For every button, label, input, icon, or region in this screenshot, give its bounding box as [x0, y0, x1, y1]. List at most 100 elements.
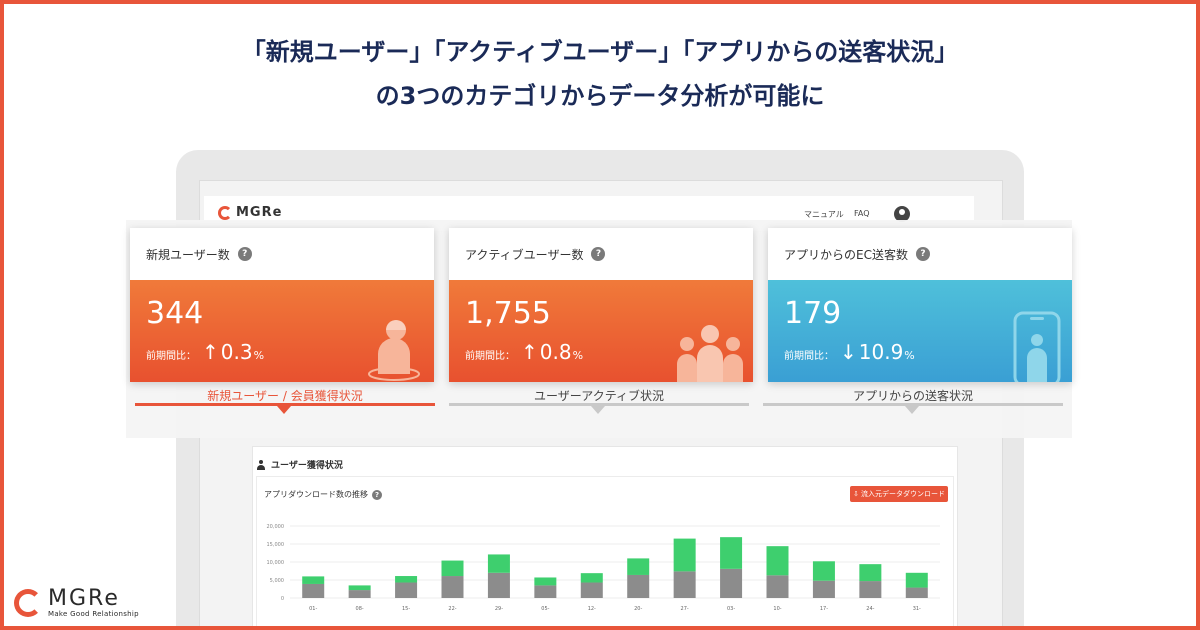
x-tick-label: 17-: [820, 606, 828, 612]
person-icon: [368, 320, 420, 381]
bar-segment: [534, 577, 557, 586]
bar-segment: [487, 572, 510, 598]
smartphone-icon: [1013, 311, 1061, 382]
kpi-card-header: アプリからのEC送客数 ?: [768, 228, 1072, 280]
compare-label: 前期間比：: [784, 351, 834, 362]
kpi-value: 344: [146, 296, 204, 331]
kpi-card-title: 新規ユーザー数: [146, 247, 230, 262]
bar-segment: [673, 538, 696, 572]
brand-logo: MGRe Make Good Relationship: [14, 588, 139, 618]
bar-segment: [302, 583, 325, 598]
download-icon: ⇩: [852, 490, 859, 498]
tab-user-activity[interactable]: ユーザーアクティブ状況: [449, 384, 749, 420]
tab-app-referrals[interactable]: アプリからの送客状況: [763, 384, 1063, 420]
compare-percent: 0.3: [220, 340, 253, 364]
percent-unit: %: [904, 349, 915, 362]
headline-line1: 「新規ユーザー」「アクティブユーザー」「アプリからの送客状況」: [241, 38, 959, 66]
kpi-card-body: 179 前期間比： ↓ 10.9 %: [768, 280, 1072, 382]
bar-segment: [580, 582, 603, 598]
help-icon[interactable]: ?: [237, 247, 252, 261]
arrow-up-icon: ↑: [202, 340, 219, 364]
x-tick-label: 20-: [634, 606, 642, 612]
bar-segment: [627, 574, 650, 598]
percent-unit: %: [572, 349, 584, 362]
brand-name: MGRe: [48, 586, 120, 611]
percent-unit: %: [253, 349, 265, 362]
manual-link[interactable]: マニュアル: [804, 209, 844, 220]
section-title-text: ユーザー獲得状況: [271, 461, 343, 471]
bar-segment: [580, 573, 603, 583]
tab-new-users[interactable]: 新規ユーザー / 会員獲得状況: [135, 384, 435, 420]
compare-percent: 0.8: [539, 340, 572, 364]
kpi-comparison: 前期間比： ↑ 0.8 %: [465, 340, 583, 364]
kpi-card-body: 1,755 前期間比： ↑ 0.8 %: [449, 280, 753, 382]
download-button-label: 流入元データダウンロード: [861, 490, 946, 498]
bar-segment: [348, 585, 371, 591]
y-tick-label: 10,000: [267, 560, 285, 566]
bar-segment: [487, 554, 510, 573]
x-tick-label: 29-: [495, 606, 503, 612]
bar-segment: [720, 568, 743, 598]
kpi-comparison: 前期間比： ↓ 10.9 %: [784, 340, 915, 364]
bar-segment: [441, 576, 464, 598]
bar-segment: [859, 581, 882, 598]
user-icon: [256, 459, 266, 470]
headline-line2: の3つのカテゴリからデータ分析が可能に: [375, 82, 825, 110]
help-icon[interactable]: ?: [591, 247, 606, 261]
x-tick-label: 08-: [356, 606, 364, 612]
app-logo[interactable]: MGRe: [218, 205, 282, 220]
kpi-value: 179: [784, 296, 842, 331]
y-tick-label: 15,000: [267, 542, 285, 548]
kpi-value: 1,755: [465, 296, 551, 331]
y-tick-label: 20,000: [267, 524, 285, 530]
bar-segment: [812, 561, 835, 581]
compare-percent: 10.9: [858, 340, 904, 364]
arrow-down-icon: ↓: [840, 340, 857, 364]
x-tick-label: 01-: [309, 606, 317, 612]
x-tick-label: 24-: [866, 606, 874, 612]
x-tick-label: 10-: [773, 606, 781, 612]
y-tick-label: 0: [281, 596, 284, 602]
logo-mark-icon: [218, 205, 232, 220]
bar-segment: [720, 537, 743, 569]
x-tick-label: 31-: [913, 606, 921, 612]
faq-link[interactable]: FAQ: [854, 209, 870, 218]
kpi-card-body: 344 前期間比： ↑ 0.3 %: [130, 280, 434, 382]
bar-segment: [859, 564, 882, 582]
downloads-bar-chart: 20,000 15,000 10,000 5,000 0 01- 08- 15- 22- 29- 0…: [267, 524, 940, 612]
kpi-card-title: アプリからのEC送客数: [784, 247, 908, 262]
x-tick-label: 27-: [681, 606, 689, 612]
bar-segment: [395, 576, 418, 583]
kpi-card-header: 新規ユーザー数 ?: [130, 228, 434, 280]
group-icon: [677, 325, 743, 382]
tab-pointer-icon: [905, 406, 919, 414]
bar-segment: [395, 582, 418, 598]
bar-segment: [905, 572, 928, 588]
bar-segment: [812, 580, 835, 598]
x-tick-label: 15-: [402, 606, 410, 612]
bar-segment: [534, 585, 557, 598]
section-title: ユーザー獲得状況: [256, 458, 343, 471]
kpi-card-ec-referrals[interactable]: アプリからのEC送客数 ? 179 前期間比： ↓ 10.9 %: [768, 228, 1072, 382]
x-tick-label: 03-: [727, 606, 735, 612]
bar-segment: [441, 560, 464, 577]
help-icon[interactable]: ?: [915, 247, 930, 261]
kpi-card-new-users[interactable]: 新規ユーザー数 ? 344 前期間比： ↑ 0.3 %: [130, 228, 434, 382]
kpi-card-active-users[interactable]: アクティブユーザー数 ? 1,755 前期間比： ↑ 0.8 %: [449, 228, 753, 382]
brand-mark-icon: [14, 589, 42, 617]
bar-segment: [348, 590, 371, 598]
help-icon[interactable]: ?: [372, 489, 382, 500]
download-button[interactable]: ⇩ 流入元データダウンロード: [850, 486, 948, 502]
kpi-card-header: アクティブユーザー数 ?: [449, 228, 753, 280]
headline: 「新規ユーザー」「アクティブユーザー」「アプリからの送客状況」 の3つのカテゴリ…: [0, 30, 1200, 118]
bar-segment: [766, 575, 789, 598]
bar-segment: [627, 558, 650, 575]
tab-pointer-icon: [591, 406, 605, 414]
bar-segment: [302, 576, 325, 584]
x-tick-label: 22-: [448, 606, 456, 612]
chart-title: アプリダウンロード数の推移 ?: [264, 489, 382, 500]
compare-label: 前期間比：: [465, 351, 515, 362]
kpi-comparison: 前期間比： ↑ 0.3 %: [146, 340, 264, 364]
bar-segment: [673, 571, 696, 598]
x-tick-label: 05-: [541, 606, 549, 612]
